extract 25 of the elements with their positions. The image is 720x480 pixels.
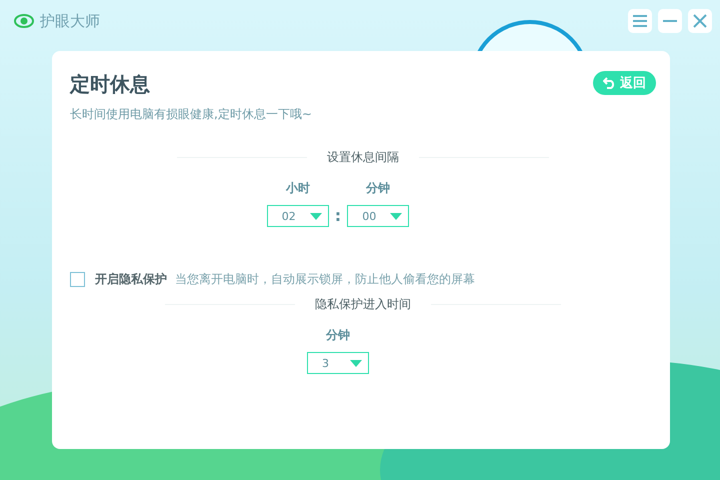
dropdown[interactable]: 00 xyxy=(347,205,410,227)
privacy-checkbox[interactable] xyxy=(70,272,85,287)
close-icon xyxy=(692,14,708,28)
menu-button[interactable] xyxy=(628,9,652,33)
menu-icon xyxy=(632,14,648,28)
minimize-button[interactable] xyxy=(658,9,682,33)
return-arrow-icon xyxy=(603,77,616,89)
field-label: 分钟 xyxy=(366,180,390,197)
privacy-description: 当您离开电脑时，自动展示锁屏，防止他人偷看您的屏幕 xyxy=(175,271,475,288)
caret-icon xyxy=(350,360,362,366)
caret-icon xyxy=(310,212,322,220)
page-title: 定时休息 xyxy=(70,71,151,98)
close-button[interactable] xyxy=(688,9,712,33)
eye-icon xyxy=(14,14,34,28)
caret-icon xyxy=(390,212,402,220)
field-label: 分钟 xyxy=(326,327,350,344)
section-heading: 设置休息间隔 xyxy=(326,149,400,166)
time-separator: : xyxy=(334,206,342,225)
app-title: 护眼大师 xyxy=(40,12,100,30)
dropdown[interactable]: 3 xyxy=(307,352,369,374)
page-subtitle: 长时间使用电脑有损眼健康,定时休息一下哦~ xyxy=(70,106,312,123)
dropdown[interactable]: 02 xyxy=(266,205,329,227)
section-heading: 隐私保护进入时间 xyxy=(314,296,412,313)
checkbox-label: 开启隐私保护 xyxy=(95,271,167,288)
field-label: 小时 xyxy=(286,180,310,197)
